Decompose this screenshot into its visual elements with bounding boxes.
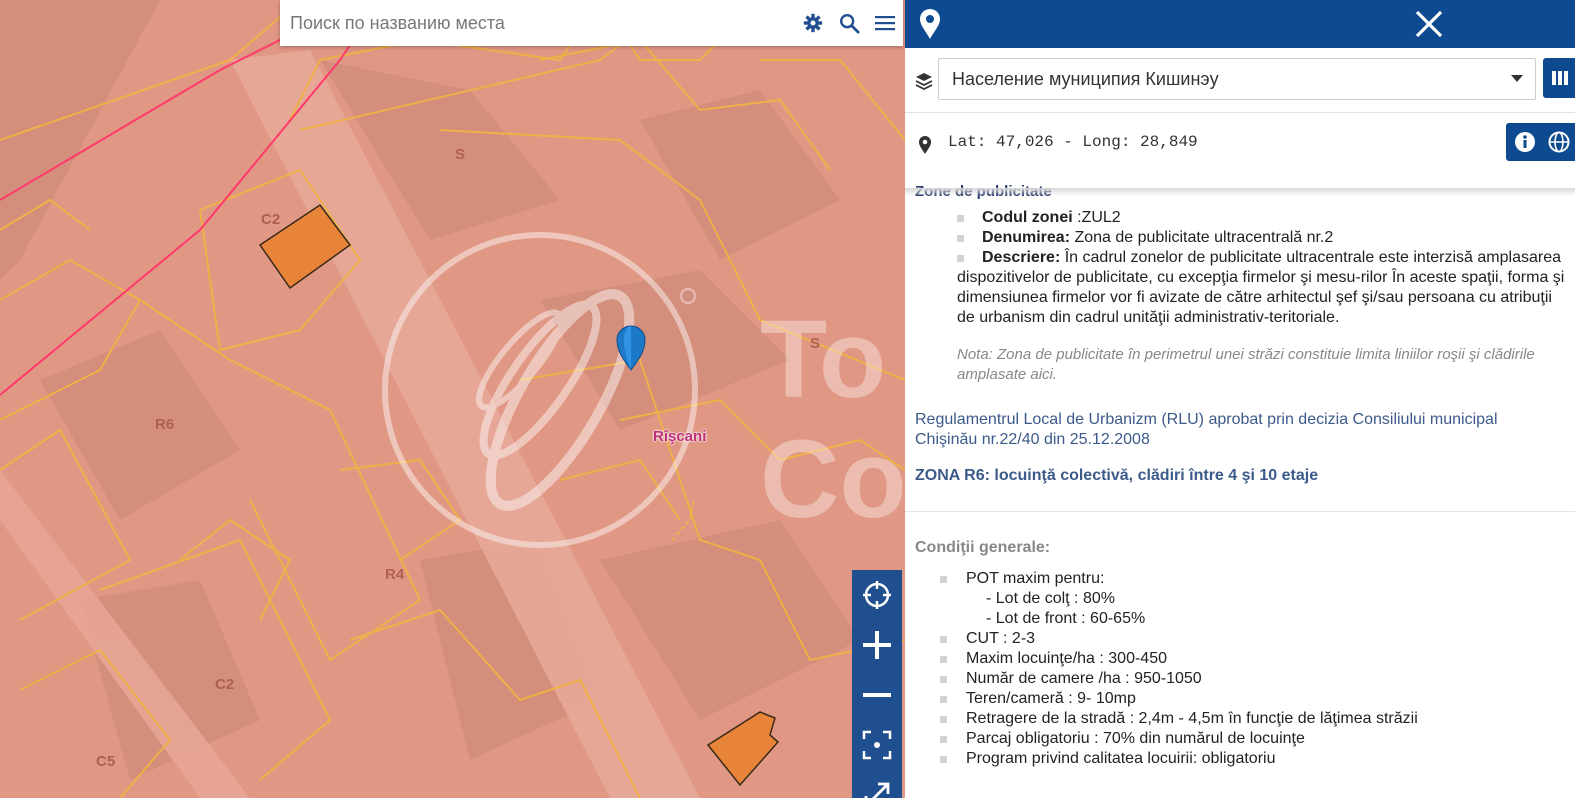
publicity-list: Codul zonei :ZUL2 Denumirea: Zona de pub… (957, 208, 1567, 328)
condition-text: Program privind calitatea locuirii: obli… (966, 750, 1276, 767)
list-item: Număr de camere /ha : 950-1050 (940, 669, 1570, 689)
globe-button[interactable] (1548, 131, 1570, 153)
publicity-note: Nota: Zona de publicitate în perimetrul … (957, 346, 1535, 383)
layer-select[interactable]: Население муниципия Кишинэу (938, 58, 1536, 100)
list-item: Maxim locuinţe/ha : 300-450 (940, 649, 1570, 669)
item-value: Zona de publicitate ultracentrală nr.2 (1070, 229, 1334, 246)
list-item: Teren/cameră : 9- 10mp (940, 689, 1570, 709)
item-key: Codul zonei (982, 209, 1073, 226)
bullet-icon (940, 696, 947, 703)
list-item: Parcaj obligatoriu : 70% din numărul de … (940, 729, 1570, 749)
condition-text: Număr de camere /ha : 950-1050 (966, 670, 1202, 687)
item-key: Denumirea: (982, 229, 1071, 246)
map-pin-icon (920, 9, 940, 39)
bullet-icon (940, 576, 947, 583)
condition-text: Maxim locuinţe/ha : 300-450 (966, 650, 1167, 667)
fit-extent-icon (862, 730, 892, 760)
info-panel: Население муниципия Кишинэу Lat: 47,026 … (905, 0, 1575, 798)
zone-label: C2 (215, 676, 235, 693)
search-button[interactable] (831, 0, 867, 46)
map-controls (852, 570, 902, 798)
coordinates-text: Lat: 47,026 - Long: 28,849 (948, 133, 1198, 151)
layer-legend-button[interactable] (1543, 58, 1575, 98)
zoom-in-icon (863, 631, 891, 659)
globe-icon (1548, 131, 1570, 153)
coords-actions (1506, 123, 1575, 161)
menu-button[interactable] (867, 0, 903, 46)
close-button[interactable] (1411, 6, 1447, 42)
bullet-icon (940, 736, 947, 743)
zone-label: S (455, 146, 466, 163)
bullet-icon (957, 255, 964, 262)
item-value: :ZUL2 (1072, 209, 1121, 226)
search-bar (280, 0, 903, 46)
panel-shadow (905, 188, 1575, 196)
info-button[interactable] (1514, 131, 1536, 153)
list-item: Denumirea: Zona de publicitate ultracent… (957, 228, 1567, 248)
watermark-text: To Co (760, 298, 905, 541)
pot-sub-item: - Lot de front : 60-65% (986, 610, 1146, 627)
hamburger-menu-icon (875, 16, 895, 31)
bullet-icon (940, 636, 947, 643)
zoom-in-button[interactable] (852, 620, 902, 670)
bullet-icon (940, 656, 947, 663)
chevron-down-icon (1511, 75, 1523, 82)
conditions-list: POT maxim pentru: - Lot de colţ : 80% - … (940, 569, 1570, 769)
district-label: Rîşcani (653, 428, 707, 445)
list-item: Codul zonei :ZUL2 (957, 208, 1567, 228)
close-icon (1415, 10, 1443, 38)
zoom-out-icon (863, 693, 891, 697)
list-item: Descriere: În cadrul zonelor de publicit… (957, 248, 1567, 328)
settings-button[interactable] (795, 0, 831, 46)
zone-label: C2 (261, 211, 281, 228)
condition-text: Parcaj obligatoriu : 70% din numărul de … (966, 730, 1305, 747)
zone-label: C5 (96, 753, 116, 770)
zone-r6-title: ZONA R6: locuinţă colectivă, clădiri înt… (915, 467, 1319, 484)
locate-button[interactable] (852, 570, 902, 620)
layer-row: Население муниципия Кишинэу (905, 48, 1575, 112)
locate-icon (863, 581, 891, 609)
bullet-icon (957, 235, 964, 242)
zoom-out-button[interactable] (852, 670, 902, 720)
info-icon (1515, 132, 1535, 152)
fullscreen-icon (864, 782, 890, 798)
panel-header (905, 0, 1575, 48)
map-pin-icon (919, 136, 931, 154)
list-item: Program privind calitatea locuirii: obli… (940, 749, 1570, 769)
item-key: Descriere: (982, 249, 1061, 266)
zone-label: R6 (155, 416, 175, 433)
search-input[interactable] (280, 11, 795, 35)
list-item: Retragere de la stradă : 2,4m - 4,5m în … (940, 709, 1570, 729)
fit-extent-button[interactable] (852, 720, 902, 770)
condition-text: Retragere de la stradă : 2,4m - 4,5m în … (966, 710, 1418, 727)
bullet-icon (940, 756, 947, 763)
bullet-icon (940, 676, 947, 683)
list-item: CUT : 2-3 (940, 629, 1570, 649)
map-view[interactable]: To Co S C2 S R6 R4 C2 C5 Rîşcani (0, 0, 905, 798)
legend-icon (1552, 71, 1568, 85)
conditions-title: Condiţii generale: (915, 539, 1051, 556)
panel-content[interactable]: Zone de publicitate Codul zonei :ZUL2 De… (905, 183, 1575, 798)
coordinates-row: Lat: 47,026 - Long: 28,849 (905, 112, 1575, 191)
layers-icon (915, 73, 933, 90)
fullscreen-button[interactable] (852, 770, 902, 798)
layer-select-value: Население муниципия Кишинэу (952, 68, 1219, 89)
condition-text: CUT : 2-3 (966, 630, 1036, 647)
pot-sub-item: - Lot de colţ : 80% (986, 590, 1115, 607)
divider (905, 511, 1575, 512)
gear-icon (803, 13, 823, 33)
zone-label: S (810, 335, 821, 352)
bullet-icon (957, 215, 964, 222)
list-item: POT maxim pentru: - Lot de colţ : 80% - … (940, 569, 1570, 629)
bullet-icon (940, 716, 947, 723)
rlu-text: Regulamentrul Local de Urbanizm (RLU) ap… (915, 411, 1498, 448)
condition-text: Teren/cameră : 9- 10mp (966, 690, 1136, 707)
pot-label: POT maxim pentru: (966, 570, 1105, 587)
search-icon (840, 14, 860, 34)
zone-label: R4 (385, 566, 405, 583)
